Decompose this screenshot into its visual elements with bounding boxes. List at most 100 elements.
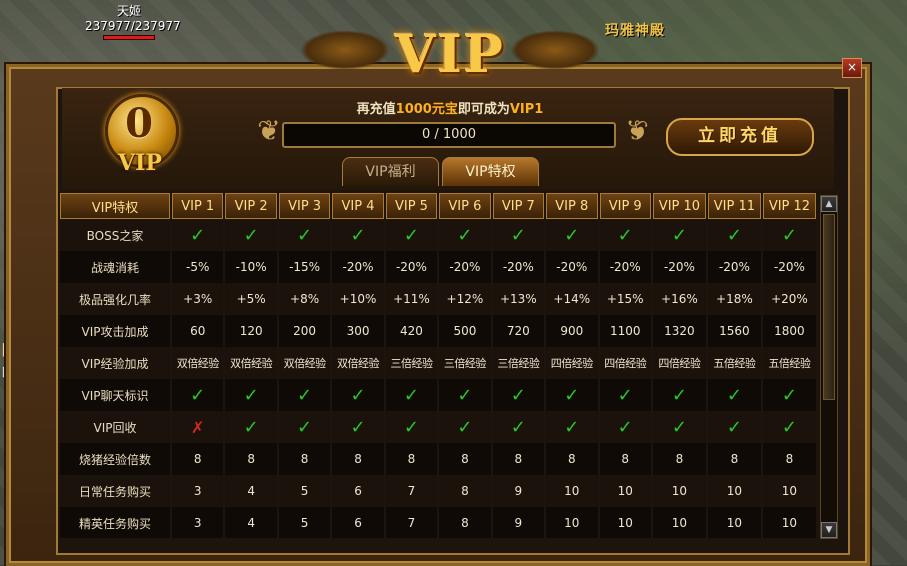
- row-label: 精英任务购买: [60, 507, 170, 538]
- recharge-middle: 即可成为: [457, 102, 510, 117]
- table-cell: -15%: [278, 251, 331, 283]
- table-cell: 6: [332, 475, 384, 507]
- check-icon: ✓: [332, 219, 384, 251]
- player-name: 天姬: [117, 4, 142, 18]
- tab-vip-benefits[interactable]: VIP福利: [342, 157, 439, 186]
- table-cell: 8: [172, 443, 224, 475]
- close-button[interactable]: ×: [842, 58, 862, 78]
- row-label: VIP聊天标识: [60, 379, 170, 411]
- table-cell: 1560: [707, 315, 761, 347]
- table-cell: 8: [278, 443, 331, 475]
- table-cell: 5: [278, 475, 331, 507]
- table-cell: +10%: [332, 283, 384, 315]
- check-icon: ✓: [492, 219, 545, 251]
- vip-privilege-table: VIP特权 VIP 1 VIP 2 VIP 3 VIP 4 VIP 5 VIP …: [60, 193, 818, 538]
- table-cell: 10: [546, 475, 598, 507]
- table-cell: 60: [172, 315, 224, 347]
- table-cell: +14%: [546, 283, 598, 315]
- table-cell: 900: [546, 315, 598, 347]
- column-header: VIP 7: [492, 193, 545, 219]
- table-cell: 8: [599, 443, 651, 475]
- table-cell: -20%: [546, 251, 598, 283]
- check-icon: ✓: [385, 379, 438, 411]
- check-icon: ✓: [599, 379, 651, 411]
- table-cell: 7: [385, 475, 438, 507]
- table-cell: 双倍经验: [225, 347, 277, 379]
- table-cell: 120: [225, 315, 277, 347]
- check-icon: ✓: [332, 411, 384, 443]
- table-cell: 四倍经验: [546, 347, 598, 379]
- tab-vip-privileges[interactable]: VIP特权: [442, 157, 539, 186]
- recharge-prefix: 再充值: [356, 102, 396, 117]
- scroll-thumb[interactable]: [823, 214, 835, 400]
- recharge-now-button[interactable]: 立即充值: [666, 118, 814, 156]
- table-cell: 五倍经验: [762, 347, 816, 379]
- table-cell: 三倍经验: [439, 347, 491, 379]
- check-icon: ✓: [278, 219, 331, 251]
- table-cell: 10: [762, 507, 816, 538]
- table-cell: +3%: [172, 283, 224, 315]
- table-cell: 10: [546, 507, 598, 538]
- table-cell: 10: [652, 475, 706, 507]
- column-header: VIP 6: [439, 193, 491, 219]
- check-icon: ✓: [707, 379, 761, 411]
- table-cell: +20%: [762, 283, 816, 315]
- table-cell: +12%: [439, 283, 491, 315]
- table-cell: 8: [762, 443, 816, 475]
- table-cell: 三倍经验: [385, 347, 438, 379]
- row-label: VIP攻击加成: [60, 315, 170, 347]
- column-header: VIP 4: [332, 193, 384, 219]
- map-name: 玛雅神殿: [605, 23, 665, 39]
- table-cell: 8: [652, 443, 706, 475]
- table-cell: 10: [599, 475, 651, 507]
- table-cell: 8: [546, 443, 598, 475]
- column-header: VIP 1: [172, 193, 224, 219]
- check-icon: ✓: [492, 379, 545, 411]
- table-cell: 双倍经验: [278, 347, 331, 379]
- row-label: 极品强化几率: [60, 283, 170, 315]
- column-header: VIP 10: [652, 193, 706, 219]
- table-cell: 五倍经验: [707, 347, 761, 379]
- check-icon: ✓: [546, 411, 598, 443]
- table-cell: 四倍经验: [599, 347, 651, 379]
- check-icon: ✓: [599, 219, 651, 251]
- table-cell: -20%: [439, 251, 491, 283]
- table-cell: 500: [439, 315, 491, 347]
- table-cell: 8: [385, 443, 438, 475]
- check-icon: ✓: [385, 411, 438, 443]
- scroll-up-button[interactable]: ▲: [821, 196, 837, 212]
- column-header: VIP 9: [599, 193, 651, 219]
- row-label: 烧猪经验倍数: [60, 443, 170, 475]
- badge-level: 0: [125, 100, 153, 147]
- table-cell: +11%: [385, 283, 438, 315]
- table-cell: +5%: [225, 283, 277, 315]
- row-label: BOSS之家: [60, 219, 170, 251]
- table-cell: 9: [492, 475, 545, 507]
- table-scrollbar[interactable]: ▲ ▼: [820, 195, 838, 539]
- table-cell: 3: [172, 475, 224, 507]
- table-cell: 5: [278, 507, 331, 538]
- table-cell: -20%: [762, 251, 816, 283]
- table-cell: 1800: [762, 315, 816, 347]
- table-cell: -20%: [599, 251, 651, 283]
- row-label: 日常任务购买: [60, 475, 170, 507]
- recharge-amount: 1000元宝: [395, 102, 458, 117]
- table-cell: 双倍经验: [172, 347, 224, 379]
- table-cell: 双倍经验: [332, 347, 384, 379]
- scroll-down-button[interactable]: ▼: [821, 522, 837, 538]
- table-cell: 6: [332, 507, 384, 538]
- column-header: VIP 5: [385, 193, 438, 219]
- recharge-message: 再充值1000元宝即可成为VIP1: [300, 98, 600, 117]
- player-hp-bar: [103, 35, 155, 40]
- check-icon: ✓: [707, 411, 761, 443]
- check-icon: ✓: [762, 411, 816, 443]
- column-header: VIP 11: [707, 193, 761, 219]
- check-icon: ✓: [439, 219, 491, 251]
- check-icon: ✓: [278, 379, 331, 411]
- table-cell: 9: [492, 507, 545, 538]
- table-cell: -20%: [652, 251, 706, 283]
- row-label: 战魂消耗: [60, 251, 170, 283]
- table-row: 极品强化几率 +3% +5% +8% +10% +11% +12% +13% +14% +15% +…: [60, 283, 816, 315]
- table-row: 战魂消耗 -5% -10% -15% -20% -20% -20% -20% -20% -20% -…: [60, 251, 816, 283]
- check-icon: ✓: [762, 219, 816, 251]
